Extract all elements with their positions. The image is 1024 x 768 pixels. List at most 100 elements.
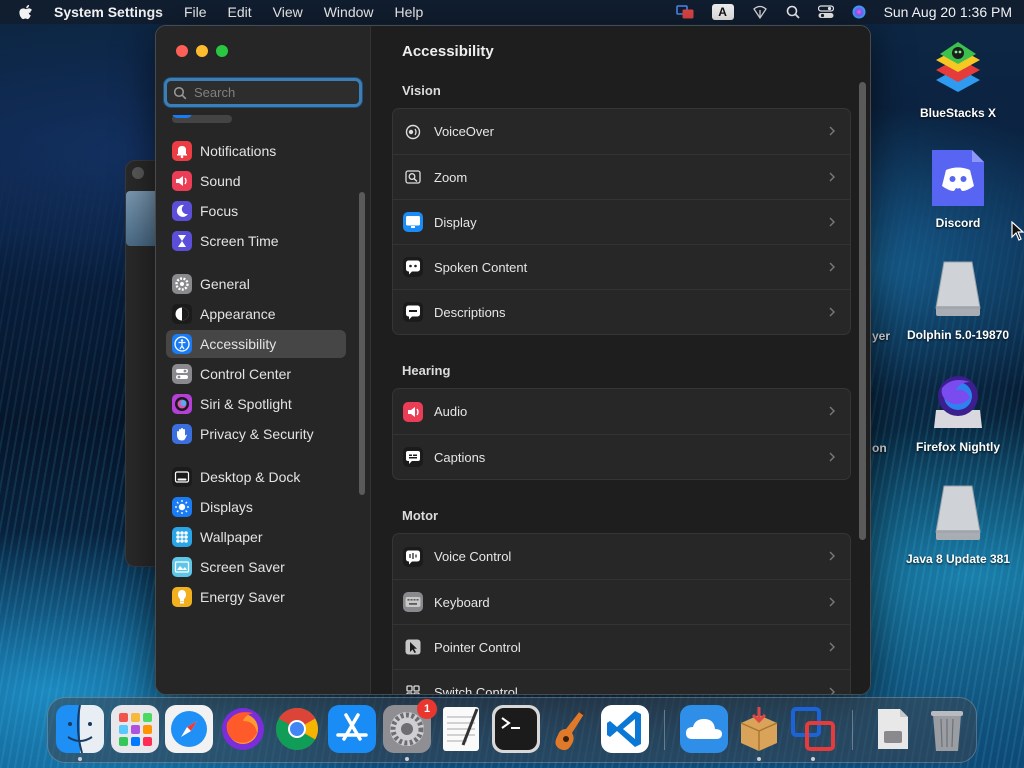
sidebar-item-control-center[interactable]: Control Center (166, 360, 346, 388)
sidebar-item-wallpaper[interactable]: Wallpaper (166, 523, 346, 551)
sidebar-item-accessibility[interactable]: Accessibility (166, 330, 346, 358)
page-title: Accessibility (402, 43, 494, 60)
parallels-icon[interactable] (789, 705, 837, 753)
sidebar-item-label: Focus (200, 203, 239, 219)
bluestacks-icon (926, 36, 990, 100)
speaker-icon (172, 171, 192, 191)
wallpaper-icon (172, 527, 192, 547)
menu-help[interactable]: Help (395, 4, 424, 20)
chevron-right-icon (829, 172, 835, 182)
sidebar-item-privacy-security[interactable]: Privacy & Security (166, 420, 346, 448)
search-field[interactable] (164, 78, 362, 107)
menu-window[interactable]: Window (324, 4, 374, 20)
desktop-icon-dolphin[interactable]: Dolphin 5.0-19870 (898, 258, 1018, 342)
content-scrollbar[interactable] (859, 82, 866, 540)
system-settings-icon[interactable]: 1 (383, 699, 437, 753)
safari-icon[interactable] (165, 705, 213, 753)
settings-row-switch-control[interactable]: Switch Control (393, 669, 850, 695)
dock-separator (664, 710, 665, 750)
chevron-right-icon (829, 307, 835, 317)
settings-group-hearing: Audio Captions (392, 388, 851, 480)
sidebar-item-general[interactable]: General (166, 270, 346, 298)
control-center-icon[interactable] (817, 5, 834, 19)
captions-icon (403, 447, 423, 467)
bell-icon (172, 141, 192, 161)
partial-desktop-label: yer (872, 329, 891, 343)
sidebar-item-focus[interactable]: Focus (166, 197, 346, 225)
minimize-window-button[interactable] (196, 45, 208, 57)
sidebar-item-appearance[interactable]: Appearance (166, 300, 346, 328)
desktop-icon-java[interactable]: Java 8 Update 381 (898, 482, 1018, 566)
settings-row-descriptions[interactable]: Descriptions (393, 289, 850, 334)
window-controls (176, 45, 228, 57)
desktop-icon-firefox-nightly[interactable]: Firefox Nightly (898, 370, 1018, 454)
garageband-icon[interactable] (546, 705, 594, 753)
desktop-icon-bluestacks[interactable]: BlueStacks X (898, 36, 1018, 120)
desktop-icon-discord[interactable]: Discord (898, 146, 1018, 230)
menubar-clock[interactable]: Sun Aug 20 1:36 PM (884, 4, 1012, 20)
sidebar-item-siri-spotlight[interactable]: Siri & Spotlight (166, 390, 346, 418)
textedit-icon[interactable] (437, 705, 485, 753)
wifi-icon[interactable] (752, 5, 768, 19)
settings-row-label: Voice Control (434, 549, 512, 564)
screen-share-icon[interactable] (675, 4, 694, 20)
menu-edit[interactable]: Edit (228, 4, 252, 20)
sidebar-item-desktop-dock[interactable]: Desktop & Dock (166, 463, 346, 491)
menu-view[interactable]: View (273, 4, 303, 20)
voiceover-icon (403, 122, 423, 142)
installer-icon[interactable] (735, 705, 783, 753)
sidebar-item-notifications[interactable]: Notifications (166, 137, 346, 165)
desktop-icon-label: Dolphin 5.0-19870 (906, 328, 1010, 342)
close-window-button[interactable] (176, 45, 188, 57)
search-input[interactable] (194, 85, 344, 100)
voice-control-icon (403, 546, 423, 567)
weather-icon[interactable] (680, 705, 728, 753)
sidebar-scrollbar[interactable] (359, 192, 365, 495)
spotlight-search-icon[interactable] (786, 5, 800, 19)
sidebar-item-screen-saver[interactable]: Screen Saver (166, 553, 346, 581)
sidebar-item-label: Network (200, 115, 251, 116)
app-store-icon[interactable] (328, 705, 376, 753)
battery-icon (172, 587, 192, 607)
terminal-icon[interactable] (492, 705, 540, 753)
sidebar-item-energy-saver[interactable]: Energy Saver (166, 583, 346, 611)
background-window-close-icon[interactable] (132, 167, 144, 179)
sidebar-item-label: Wallpaper (200, 529, 263, 545)
chrome-icon[interactable] (273, 705, 321, 753)
vscode-icon[interactable] (601, 705, 649, 753)
chevron-right-icon (829, 406, 835, 416)
settings-row-label: VoiceOver (434, 124, 494, 139)
settings-row-spoken-content[interactable]: Spoken Content (393, 244, 850, 289)
sidebar-item-network[interactable]: Network (166, 115, 346, 122)
archive-icon[interactable] (868, 705, 916, 753)
dock-separator (852, 710, 853, 750)
disk-image-icon (926, 258, 990, 322)
settings-row-label: Switch Control (434, 684, 518, 695)
settings-row-voiceover[interactable]: VoiceOver (393, 109, 850, 154)
settings-row-keyboard[interactable]: Keyboard (393, 579, 850, 624)
trash-icon[interactable] (923, 705, 971, 753)
sidebar-item-sound[interactable]: Sound (166, 167, 346, 195)
app-menu[interactable]: System Settings (54, 4, 163, 20)
settings-row-pointer-control[interactable]: Pointer Control (393, 624, 850, 669)
settings-row-captions[interactable]: Captions (393, 434, 850, 479)
sidebar-item-label: Screen Saver (200, 559, 285, 575)
settings-row-audio[interactable]: Audio (393, 389, 850, 434)
firefox-icon[interactable] (219, 705, 267, 753)
zoom-window-button[interactable] (216, 45, 228, 57)
input-source-indicator[interactable]: A (711, 4, 734, 20)
settings-row-display[interactable]: Display (393, 199, 850, 244)
settings-row-zoom[interactable]: Zoom (393, 154, 850, 199)
menu-file[interactable]: File (184, 4, 207, 20)
sun-icon (172, 497, 192, 517)
finder-icon[interactable] (56, 705, 104, 753)
siri-icon[interactable] (852, 5, 866, 19)
switch-control-icon (403, 682, 423, 694)
running-indicator (757, 757, 761, 761)
gear-icon (172, 274, 192, 294)
apple-menu-icon[interactable] (18, 3, 34, 21)
settings-row-voice-control[interactable]: Voice Control (393, 534, 850, 579)
sidebar-item-screen-time[interactable]: Screen Time (166, 227, 346, 255)
launchpad-icon[interactable] (111, 705, 159, 753)
sidebar-item-displays[interactable]: Displays (166, 493, 346, 521)
